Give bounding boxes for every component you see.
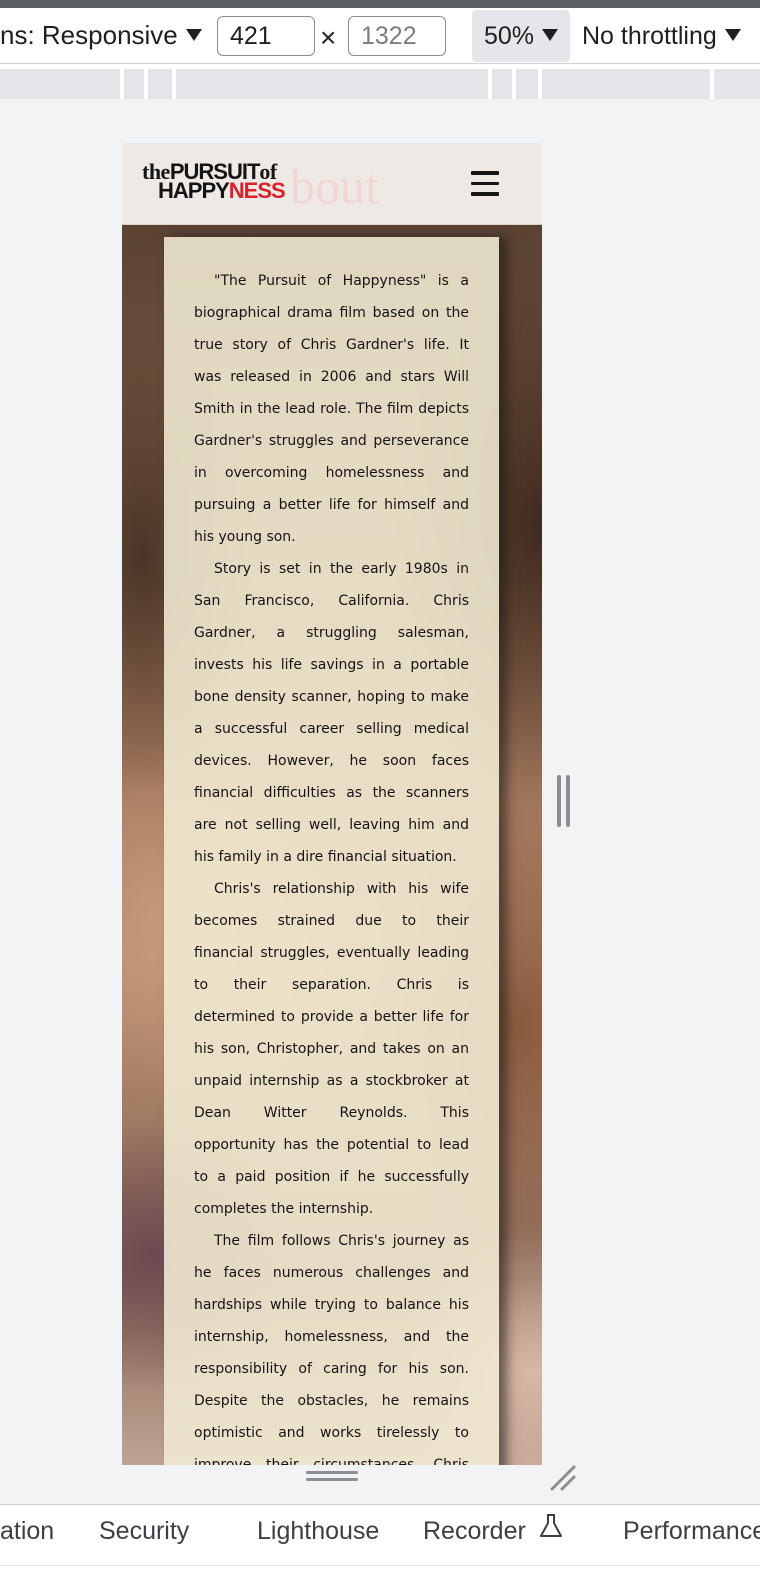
tab-recorder[interactable]: Recorder (423, 1513, 563, 1546)
flask-icon (539, 1513, 563, 1546)
dimensions-dropdown[interactable]: ns: Responsive (0, 20, 202, 51)
logo-happy: HAPPY (158, 178, 230, 203)
caret-down-icon (185, 29, 202, 42)
hamburger-icon[interactable] (471, 171, 499, 197)
corner-resize-icon[interactable] (550, 1465, 576, 1491)
emulation-stage: thePURSUITof HAPPYNESS bout "The Pursuit… (0, 99, 760, 1504)
media-query-segment[interactable] (176, 69, 488, 99)
zoom-dropdown[interactable]: 50% (472, 10, 570, 62)
media-query-segment[interactable] (542, 69, 710, 99)
bottom-resize-handle-icon[interactable] (306, 1471, 358, 1485)
about-paragraph: Chris's relationship with his wife becom… (194, 881, 469, 1217)
times-symbol: × (320, 22, 337, 53)
device-viewport: thePURSUITof HAPPYNESS bout "The Pursuit… (122, 143, 542, 1465)
device-toolbar: ns: Responsive × 50% No throttling (0, 8, 760, 64)
about-paragraph: "The Pursuit of Happyness" is a biograph… (194, 273, 469, 545)
throttle-label: No throttling (582, 22, 717, 50)
media-query-segment[interactable] (124, 69, 144, 99)
logo-ness: NESS (228, 178, 286, 203)
caret-down-icon (724, 29, 741, 42)
tab-security[interactable]: Security (99, 1517, 189, 1546)
height-input[interactable] (348, 16, 446, 56)
page-title-ghost: bout (290, 158, 379, 214)
media-query-segment[interactable] (714, 69, 760, 99)
tab-bar-divider (0, 1565, 760, 1566)
media-query-segment[interactable] (516, 69, 538, 99)
about-paragraph: Story is set in the early 1980s in San F… (194, 561, 469, 865)
tab-recorder-label: Recorder (423, 1517, 526, 1545)
dimensions-label: ns: Responsive (0, 20, 178, 50)
media-query-segment[interactable] (0, 69, 120, 99)
caret-down-icon (542, 29, 559, 42)
site-logo[interactable]: thePURSUITof HAPPYNESS (142, 161, 286, 203)
media-query-segment[interactable] (492, 69, 512, 99)
devtools-tab-bar: ation Security Lighthouse Recorder Perfo… (0, 1504, 760, 1578)
about-paragraph: The film follows Chris's journey as he f… (194, 1233, 469, 1465)
window-top-strip (0, 0, 760, 8)
resize-handle-icon[interactable] (557, 775, 571, 827)
tab-application[interactable]: ation (0, 1517, 54, 1546)
media-query-segment[interactable] (148, 69, 172, 99)
throttling-dropdown[interactable]: No throttling (582, 22, 741, 51)
about-content-card: "The Pursuit of Happyness" is a biograph… (164, 237, 499, 1465)
media-query-bar (0, 65, 760, 99)
site-header: thePURSUITof HAPPYNESS bout (122, 143, 542, 225)
zoom-label: 50% (484, 22, 535, 50)
tab-performance[interactable]: Performance (623, 1517, 760, 1546)
tab-lighthouse[interactable]: Lighthouse (257, 1517, 379, 1546)
width-input[interactable] (217, 16, 315, 56)
